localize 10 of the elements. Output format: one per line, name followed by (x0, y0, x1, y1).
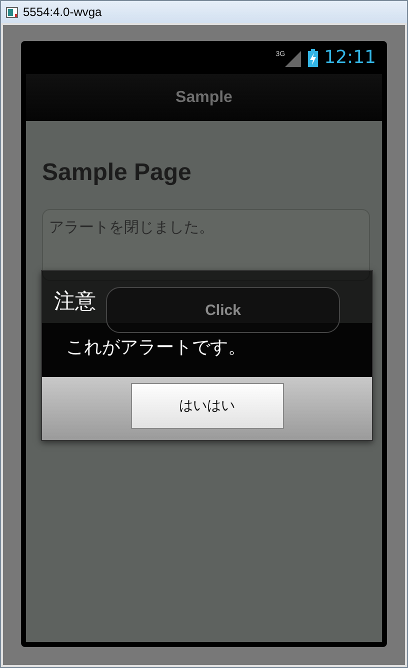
window-title: 5554:4.0-wvga (23, 5, 102, 19)
app-icon (6, 6, 18, 18)
battery-charging-icon (308, 48, 318, 66)
signal-icon (285, 50, 302, 66)
page-heading: Sample Page (42, 159, 192, 187)
clock: 12:11 (324, 47, 376, 68)
dialog-message: これがアラートです。 (42, 323, 372, 377)
click-button[interactable]: Click (106, 287, 340, 333)
action-bar-title: Sample (176, 88, 232, 106)
dialog-button[interactable]: はいはい (130, 383, 284, 429)
